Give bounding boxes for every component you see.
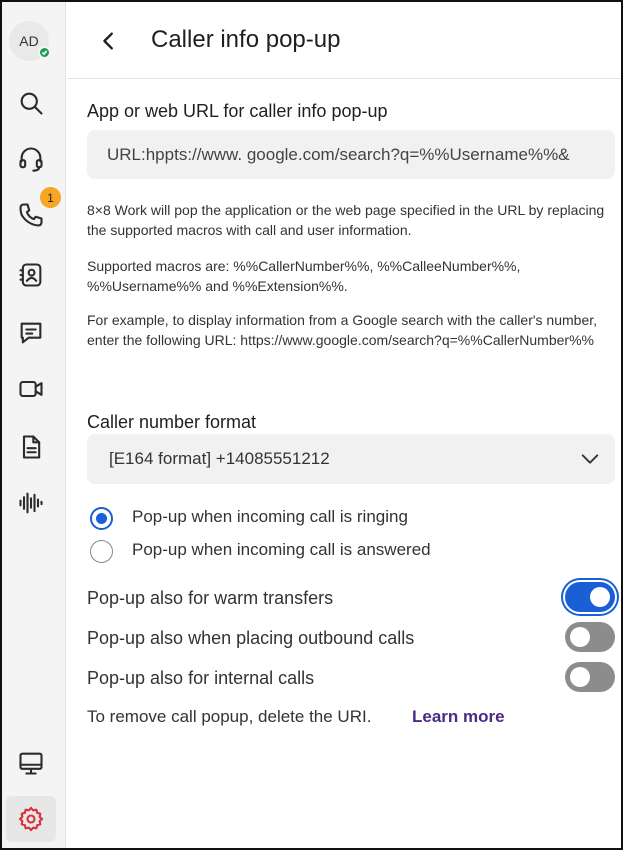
number-format-select[interactable]: [E164 format] +14085551212 xyxy=(87,434,615,484)
radio-option-ringing[interactable]: Pop-up when incoming call is ringing xyxy=(90,506,408,530)
outbound-calls-toggle[interactable] xyxy=(565,622,615,652)
radio-ringing-label: Pop-up when incoming call is ringing xyxy=(132,507,408,526)
avatar[interactable]: AD xyxy=(9,21,51,61)
page-header: Caller info pop-up xyxy=(67,2,621,79)
app-window: AD 1 Caller info pop-up App or web URL f… xyxy=(0,0,623,850)
internal-calls-label: Pop-up also for internal calls xyxy=(87,668,315,688)
radio-answered-label: Pop-up when incoming call is answered xyxy=(132,540,431,559)
supported-macros-text: Supported macros are: %%CallerNumber%%, … xyxy=(87,258,521,294)
internal-calls-toggle[interactable] xyxy=(565,662,615,692)
outbound-calls-label: Pop-up also when placing outbound calls xyxy=(87,628,415,648)
toggle-row-outbound-calls: Pop-up also when placing outbound calls xyxy=(87,622,615,654)
remove-popup-hint: To remove call popup, delete the URI. xyxy=(87,707,372,726)
video-icon[interactable] xyxy=(6,366,56,412)
learn-more-link[interactable]: Learn more xyxy=(412,707,505,727)
search-icon[interactable] xyxy=(6,80,56,126)
url-section-label: App or web URL for caller info pop-up xyxy=(87,101,388,121)
presence-available-icon xyxy=(38,46,51,59)
url-example-text: For example, to display information from… xyxy=(87,312,598,348)
voicemail-waveform-icon[interactable] xyxy=(6,480,56,526)
settings-gear-icon[interactable] xyxy=(6,796,56,842)
number-format-selected-value: [E164 format] +14085551212 xyxy=(109,449,330,468)
toggle-row-warm-transfers: Pop-up also for warm transfers xyxy=(87,582,615,614)
radio-answered[interactable] xyxy=(90,539,113,563)
back-chevron-icon[interactable] xyxy=(94,24,124,58)
nav-rail: AD 1 xyxy=(2,2,66,848)
radio-option-answered[interactable]: Pop-up when incoming call is answered xyxy=(90,539,431,563)
avatar-initials: AD xyxy=(19,33,39,49)
warm-transfers-toggle[interactable] xyxy=(565,582,615,612)
contacts-icon[interactable] xyxy=(6,252,56,298)
document-icon[interactable] xyxy=(6,424,56,470)
page-title: Caller info pop-up xyxy=(151,26,341,53)
toggle-row-internal-calls: Pop-up also for internal calls xyxy=(87,662,615,694)
url-help-text: 8×8 Work will pop the application or the… xyxy=(87,202,605,238)
headset-icon[interactable] xyxy=(6,136,56,182)
warm-transfers-label: Pop-up also for warm transfers xyxy=(87,588,334,608)
chevron-down-icon xyxy=(579,448,601,470)
radio-ringing[interactable] xyxy=(90,506,113,530)
caller-info-url-input[interactable] xyxy=(87,130,615,179)
monitor-icon[interactable] xyxy=(6,740,56,786)
number-format-label: Caller number format xyxy=(87,412,257,432)
calls-count-badge: 1 xyxy=(40,187,61,208)
chat-icon[interactable] xyxy=(6,310,56,356)
